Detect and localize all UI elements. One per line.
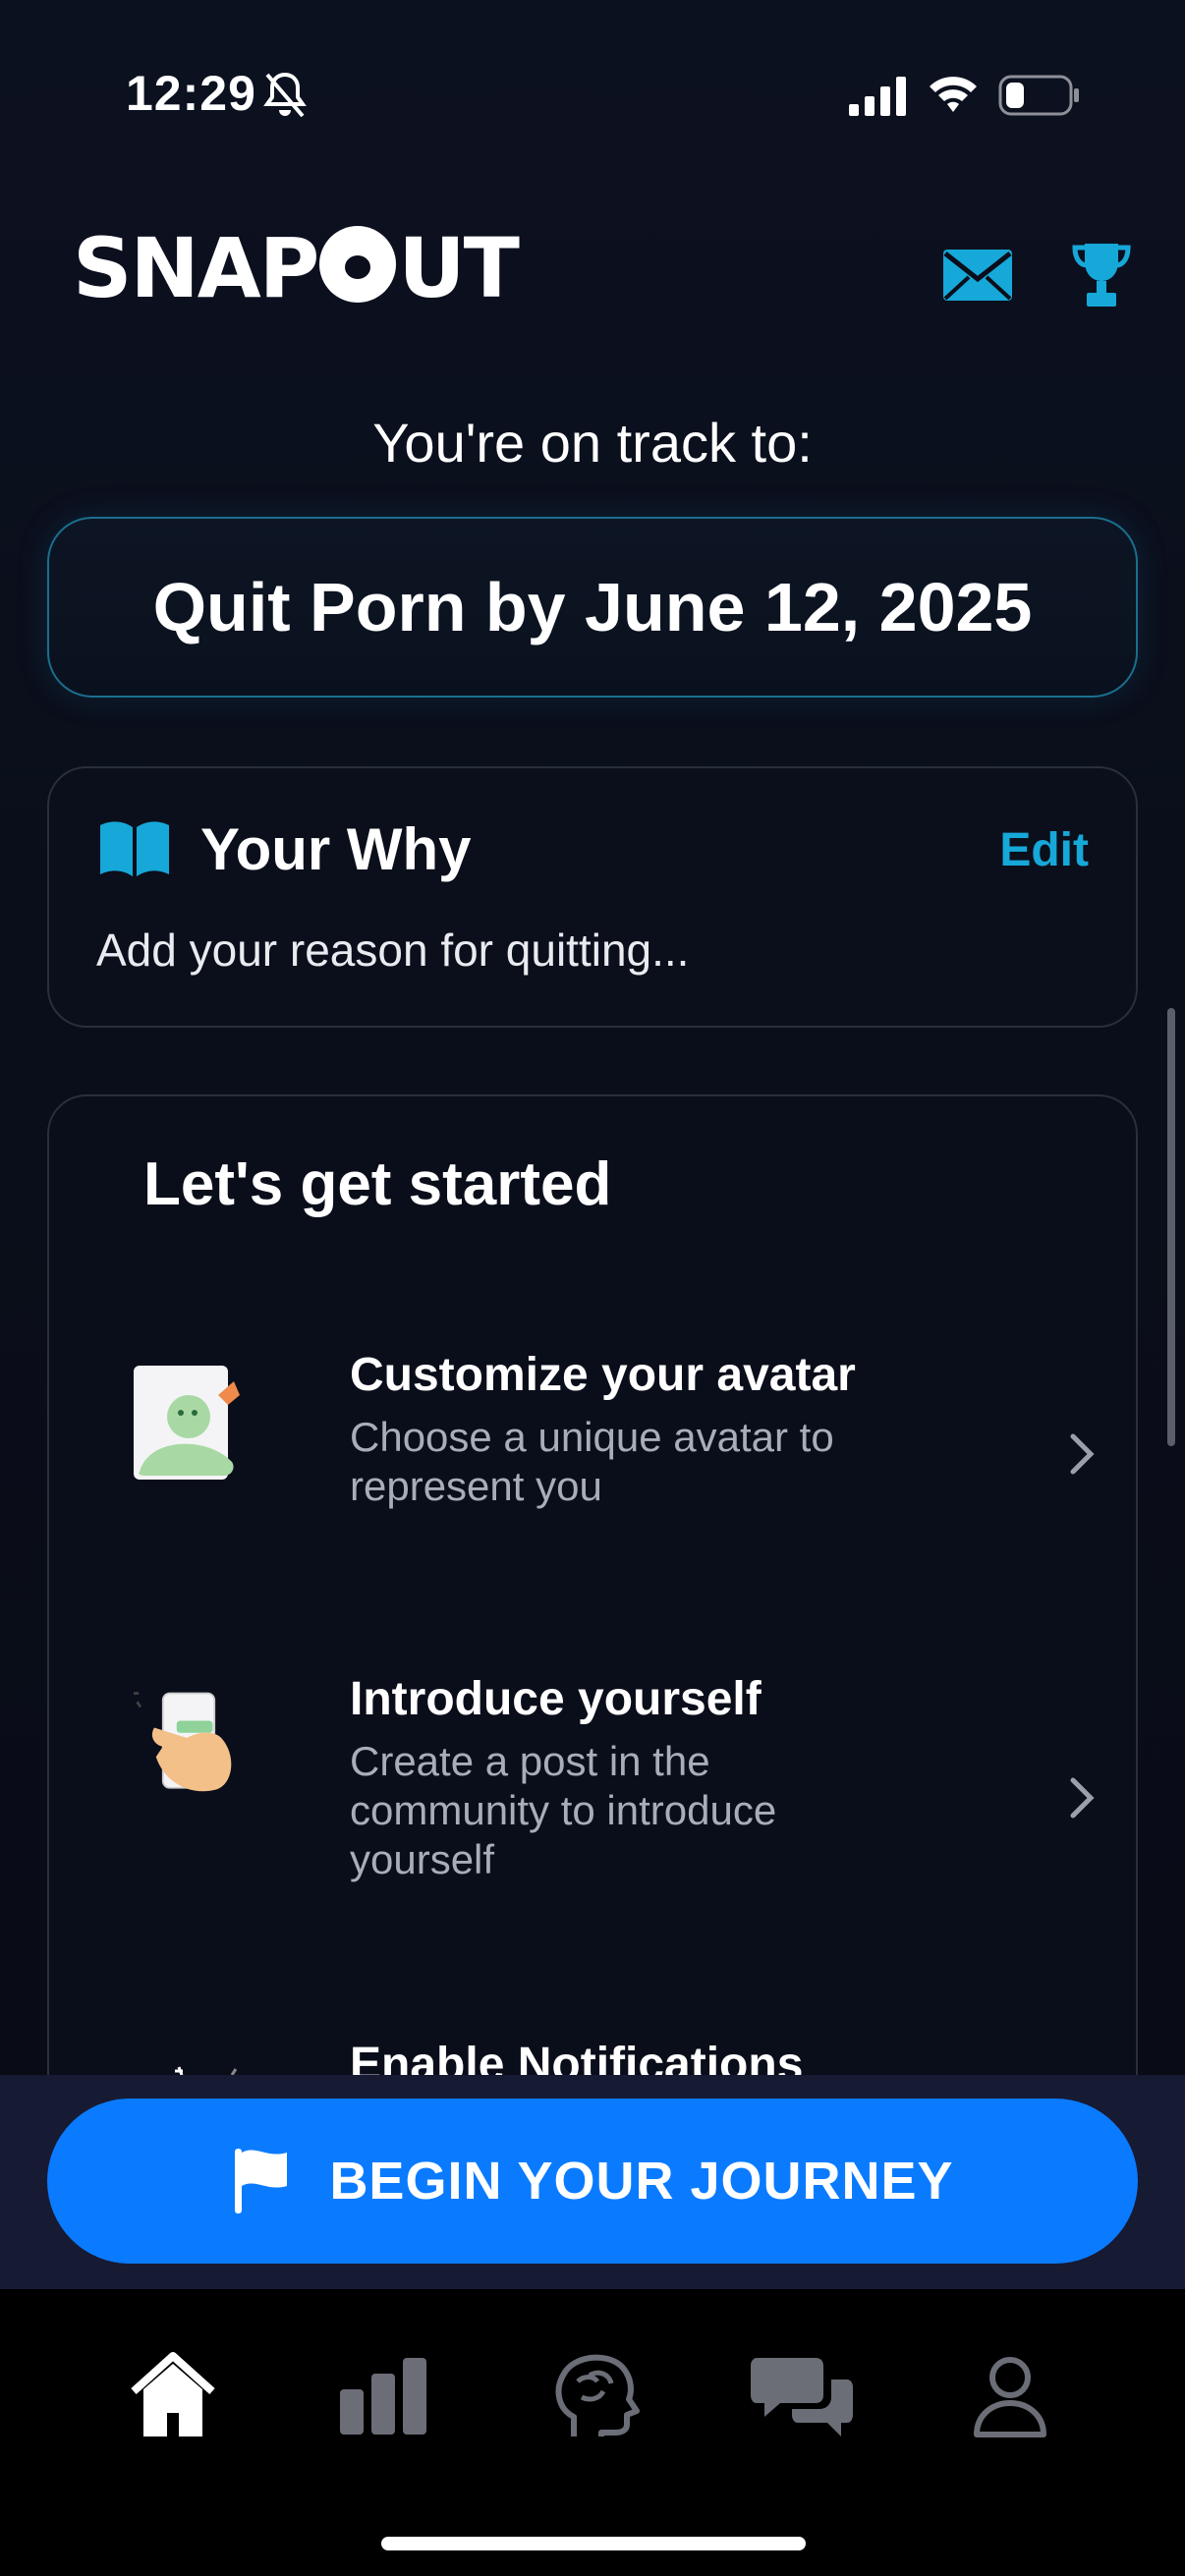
wifi-icon (930, 77, 977, 112)
open-book-icon (100, 821, 169, 876)
your-why-card[interactable]: Your Why Edit Add your reason for quitti… (47, 766, 1138, 1028)
goal-card[interactable]: Quit Porn by June 12, 2025 (47, 517, 1138, 698)
app-screen: 12:29 SNAP UT You're on track to: Quit P… (0, 0, 1185, 2576)
silent-bell-icon (263, 72, 307, 118)
task-title: Introduce yourself (350, 1673, 762, 1725)
mail-icon[interactable] (941, 248, 1014, 303)
chevron-right-icon (1070, 1433, 1095, 1475)
flag-icon (235, 2149, 288, 2213)
logo-ball-icon (319, 226, 397, 303)
home-indicator[interactable] (381, 2537, 806, 2550)
profile-icon[interactable] (961, 2346, 1059, 2444)
begin-journey-button[interactable]: BEGIN YOUR JOURNEY (47, 2099, 1138, 2264)
avatar-illustration-icon (134, 1366, 240, 1480)
begin-journey-label: BEGIN YOUR JOURNEY (329, 2152, 954, 2211)
brain-icon[interactable] (544, 2346, 643, 2444)
task-description: Create a post in the community to introd… (350, 1738, 777, 1882)
your-why-title: Your Why (200, 816, 472, 882)
stats-icon[interactable] (334, 2346, 432, 2444)
chat-icon[interactable] (749, 2346, 857, 2444)
home-icon[interactable] (124, 2346, 222, 2444)
trophy-icon[interactable] (1071, 242, 1132, 308)
battery-icon (998, 75, 1079, 116)
tab-bar (0, 2289, 1185, 2576)
scroll-indicator[interactable] (1167, 1008, 1175, 1446)
task-introduce-yourself[interactable]: Introduce yourself Create a post in the … (49, 1637, 1136, 1990)
snapout-logo: SNAP UT (73, 220, 520, 316)
task-customize-avatar[interactable]: Customize your avatar Choose a unique av… (49, 1313, 1136, 1607)
cellular-signal-icon (849, 77, 906, 116)
get-started-title: Let's get started (143, 1150, 612, 1218)
edit-why-button[interactable]: Edit (999, 823, 1089, 877)
phone-hand-illustration-icon (134, 1692, 232, 1792)
task-title: Customize your avatar (350, 1349, 856, 1401)
goal-text: Quit Porn by June 12, 2025 (152, 569, 1033, 645)
task-description: Choose a unique avatar to represent you (350, 1414, 834, 1509)
on-track-label: You're on track to: (372, 412, 813, 474)
why-placeholder: Add your reason for quitting... (96, 924, 690, 976)
chevron-right-icon (1070, 1777, 1095, 1819)
status-bar: 12:29 (0, 0, 1185, 187)
status-time: 12:29 (126, 66, 256, 121)
